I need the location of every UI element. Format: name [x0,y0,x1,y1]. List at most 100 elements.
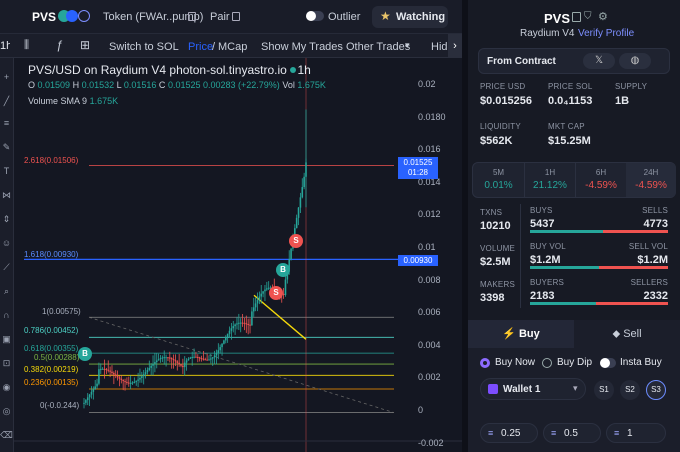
stat-supply: SUPPLY 1B [615,82,648,107]
y-tick-label: 0.016 [418,144,441,155]
candle-body [170,358,173,360]
amount-preset-05[interactable]: ≡ 0.5 [543,423,601,443]
slippage-s3[interactable]: S3 [646,380,666,400]
buy-dip-radio[interactable] [542,358,552,368]
period-24h[interactable]: 24H -4.59% [626,163,676,197]
switch-to-sol-button[interactable]: Switch to SOL [109,41,179,53]
layout-icon[interactable]: ⊞ [80,38,90,52]
period-5m[interactable]: 5M 0.01% [473,163,524,197]
wallet-icon [488,384,498,394]
fib-label-1: 1(0.00575) [42,307,81,316]
copy-pair-icon[interactable] [232,12,240,21]
interval-button[interactable]: 1h [0,40,10,52]
period-1h[interactable]: 1H 21.12% [524,163,575,197]
insta-buy-toggle[interactable] [600,358,616,368]
pair-link[interactable]: Pair [210,11,230,23]
y-tick-label: 0.02 [418,79,436,89]
trash-icon[interactable]: ⌫ [0,430,13,440]
buy-now-label: Buy Now [495,357,536,368]
current-price-marker: 0.01525 01:28 [398,157,438,179]
fib-icon[interactable]: ≡ [0,118,13,128]
candle-body [155,360,158,363]
chart-canvas[interactable] [14,58,462,452]
wallet-select[interactable]: Wallet 1 ▾ [480,378,586,400]
shield-icon[interactable]: ⛉ [584,11,592,22]
y-tick-label: 0.008 [418,274,441,285]
fib-label-0: 0(-0.0.244) [40,401,80,410]
trendline-icon[interactable]: ╱ [0,96,13,106]
lock-icon[interactable]: ▣ [0,334,13,344]
mcap-toggle[interactable]: MCap [218,41,247,53]
ruler-icon[interactable]: ⟋ [0,262,13,272]
volume-legend: Volume SMA 9 1.675K [28,96,119,106]
candle-body [303,176,305,188]
price-toggle[interactable]: Price [188,41,213,53]
sell-marker-2[interactable]: S [269,286,283,300]
hide-button[interactable]: Hide [431,41,448,53]
candle-body [152,363,154,366]
candle-body [230,328,233,331]
buy-marker[interactable]: B [276,263,290,277]
globe-icon[interactable]: ◍ [619,53,651,69]
magnet-icon[interactable]: ∩ [0,310,13,320]
crosshair-icon[interactable]: + [0,72,13,82]
pattern-icon[interactable]: ⋈ [0,190,13,200]
pair-name: PVS [32,10,57,24]
eye-icon[interactable]: ◉ [0,382,13,392]
zoom-icon[interactable]: ⌕ [0,286,13,296]
indicators-icon[interactable]: ƒ [56,38,63,52]
watching-button[interactable]: ★ Watching [372,6,448,28]
info-icon[interactable] [78,10,90,22]
candle-body [243,322,246,324]
scroll-right-button[interactable]: › [448,34,462,58]
stat-liquidity: LIQUIDITY $562K [480,122,521,147]
candle-body [135,380,138,382]
candle-body [85,400,87,403]
measure-icon[interactable]: ⇕ [0,214,13,224]
buy-marker-2[interactable]: B [78,347,92,361]
copy-icon[interactable] [572,12,581,22]
period-6h[interactable]: 6H -4.59% [575,163,626,197]
fib-label-2618: 2.618(0.01506) [24,156,79,165]
amount-preset-025[interactable]: ≡ 0.25 [480,423,538,443]
copy-token-icon[interactable] [188,12,196,21]
candle-body [238,322,240,324]
candle-body [111,371,113,374]
candle-body [236,323,238,325]
candle-body [239,322,242,324]
telegram-icon[interactable] [66,10,78,22]
emoji-icon[interactable]: ☺ [0,238,13,248]
slippage-s2[interactable]: S2 [620,380,640,400]
candle-body [176,361,179,363]
lock-drawings-icon[interactable]: ⊡ [0,358,13,368]
show-my-trades-button[interactable]: Show My Trades [261,41,343,53]
verify-profile-link[interactable]: Verify Profile [578,28,634,39]
amount-preset-1[interactable]: ≡ 1 [606,423,666,443]
candle-body [146,369,149,373]
chart-title: PVS/USD on Raydium V4 photon-sol.tinyast… [28,63,311,77]
slippage-s1[interactable]: S1 [594,380,614,400]
candle-body [161,357,164,359]
candle-body [137,379,139,381]
x-icon[interactable]: 𝕏 [583,53,615,69]
fib-label-5: 0.5(0.00288) [34,353,80,362]
brush-icon[interactable]: ✎ [0,142,13,152]
candle-body [187,358,190,361]
candle-body [193,356,195,358]
candles-icon[interactable]: ⫼ [24,39,29,52]
buy-now-radio[interactable] [480,358,490,368]
candle-body [129,382,132,384]
y-tick-label: 0 [418,405,424,415]
sell-tab[interactable]: ⬥ Sell [574,320,680,348]
settings-icon[interactable]: ⚙ [598,10,608,23]
outlier-toggle[interactable] [306,11,324,21]
candle-body [157,359,160,361]
other-trades-dropdown[interactable]: Other Trades [346,41,410,53]
sell-marker[interactable]: S [289,234,303,248]
buy-tab[interactable]: ⚡ Buy [468,320,574,348]
candle-body [282,293,285,295]
top-bar: PVS Token (FWAr..pump) Pair Outlier ★ Wa… [0,0,462,34]
text-icon[interactable]: T [0,166,13,176]
hide-drawings-icon[interactable]: ◎ [0,406,13,416]
price-chart[interactable]: PVS/USD on Raydium V4 photon-sol.tinyast… [14,58,462,452]
